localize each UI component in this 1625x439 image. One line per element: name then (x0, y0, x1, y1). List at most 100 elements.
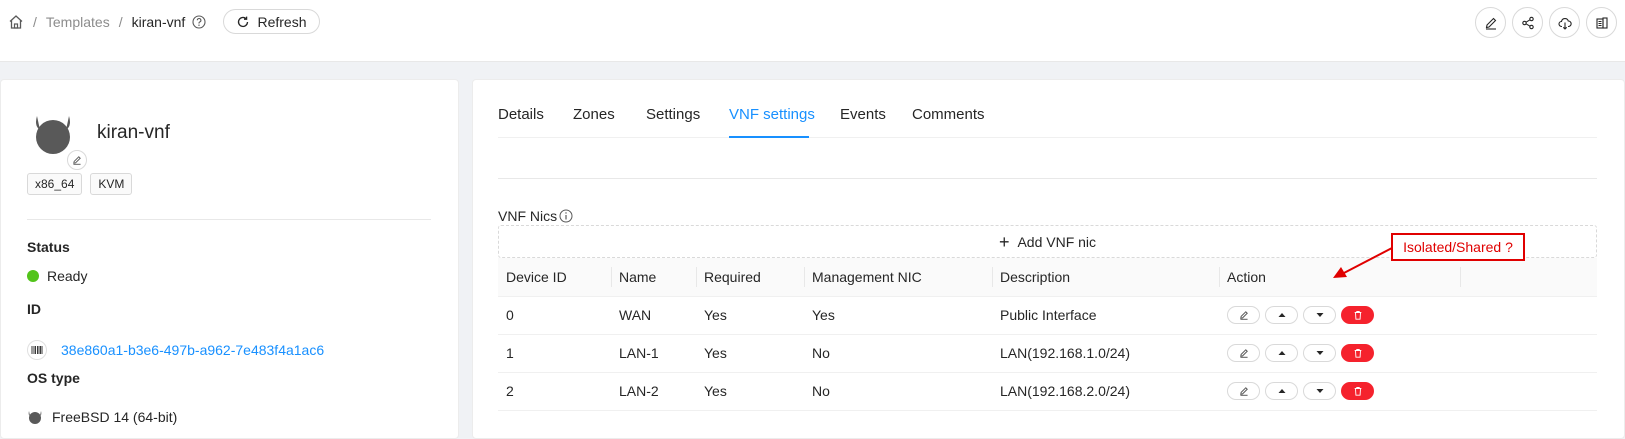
edit-icon (1239, 349, 1248, 358)
delete-nic-button[interactable] (1341, 382, 1374, 400)
delete-nic-button[interactable] (1341, 306, 1374, 324)
tag-hypervisor: KVM (90, 173, 133, 195)
breadcrumb: / Templates / kiran-vnf (8, 10, 206, 34)
share-button[interactable] (1512, 7, 1543, 38)
move-up-button[interactable] (1265, 344, 1298, 362)
refresh-label: Refresh (257, 13, 307, 30)
breadcrumb-separator: / (33, 14, 37, 30)
edit-icon (73, 156, 81, 165)
tag-arch: x86_64 (27, 173, 83, 195)
cloud-download-icon (1557, 17, 1572, 30)
move-up-button[interactable] (1265, 382, 1298, 400)
caret-down-icon (1316, 351, 1323, 355)
move-down-button[interactable] (1303, 382, 1336, 400)
cell-actions (1219, 334, 1460, 373)
info-icon[interactable] (559, 209, 573, 223)
id-label: ID (27, 301, 41, 317)
tab-settings[interactable]: Settings (646, 106, 700, 123)
vnf-nics-title: VNF Nics (498, 208, 573, 224)
column-header-spacer (1460, 258, 1597, 297)
breadcrumb-separator: / (118, 14, 123, 30)
cell-device-id: 0 (498, 296, 611, 335)
table-row: 1 LAN-1 Yes No LAN(192.168.1.0/24) (498, 334, 1597, 373)
tab-bar: Details Zones Settings VNF settings Even… (498, 80, 1597, 138)
column-header-device-id: Device ID (498, 258, 611, 297)
edit-nic-button[interactable] (1227, 382, 1260, 400)
barcode-icon[interactable] (27, 340, 47, 360)
tab-events[interactable]: Events (840, 106, 886, 123)
edit-nic-button[interactable] (1227, 306, 1260, 324)
tab-comments[interactable]: Comments (912, 106, 985, 123)
move-down-button[interactable] (1303, 344, 1336, 362)
cell-required: Yes (696, 334, 804, 373)
cell-name: LAN-2 (611, 372, 696, 411)
help-icon[interactable] (192, 15, 206, 29)
cell-name: LAN-1 (611, 334, 696, 373)
refresh-button[interactable]: Refresh (223, 9, 320, 34)
active-tab-indicator (729, 136, 809, 138)
delete-nic-button[interactable] (1341, 344, 1374, 362)
cell-description: LAN(192.168.1.0/24) (992, 334, 1219, 373)
cell-actions (1219, 372, 1460, 411)
table-row: 2 LAN-2 Yes No LAN(192.168.2.0/24) (498, 372, 1597, 411)
column-header-management-nic: Management NIC (804, 258, 992, 297)
vnf-nics-table: Device ID Name Required Management NIC D… (498, 258, 1597, 411)
tag-list: x86_64 KVM (27, 173, 133, 195)
status-value: Ready (27, 268, 87, 284)
caret-up-icon (1278, 389, 1285, 393)
caret-up-icon (1278, 313, 1285, 317)
id-value: 38e860a1-b3e6-497b-a962-7e483f4a1ac6 (27, 340, 324, 360)
cell-spacer (1460, 334, 1597, 373)
plus-icon: + (998, 231, 1010, 252)
delete-icon (1354, 311, 1361, 320)
cell-actions (1219, 296, 1460, 335)
cell-required: Yes (696, 296, 804, 335)
breadcrumb-current: kiran-vnf (131, 14, 186, 30)
annotation-callout: Isolated/Shared ? (1391, 233, 1525, 261)
vnf-nics-label: VNF Nics (498, 208, 558, 224)
tab-vnf-settings[interactable]: VNF settings (729, 106, 815, 123)
freebsd-icon (31, 112, 75, 156)
move-down-button[interactable] (1303, 306, 1336, 324)
tab-zones[interactable]: Zones (573, 106, 615, 123)
cell-device-id: 2 (498, 372, 611, 411)
freebsd-icon (27, 409, 43, 425)
edit-nic-button[interactable] (1227, 344, 1260, 362)
breadcrumb-templates[interactable]: Templates (46, 14, 110, 30)
resource-name: kiran-vnf (97, 122, 170, 143)
caret-down-icon (1316, 389, 1323, 393)
os-type-text: FreeBSD 14 (64-bit) (52, 409, 178, 425)
cloud-download-button[interactable] (1549, 7, 1580, 38)
move-up-button[interactable] (1265, 306, 1298, 324)
delete-icon (1354, 387, 1361, 396)
home-icon[interactable] (8, 14, 24, 30)
column-header-name: Name (611, 258, 696, 297)
header-actions (1475, 7, 1617, 38)
edit-button[interactable] (1475, 7, 1506, 38)
avatar-edit-button[interactable] (67, 150, 87, 170)
cell-device-id: 1 (498, 334, 611, 373)
cell-management-nic: Yes (804, 296, 992, 335)
cell-description: Public Interface (992, 296, 1219, 335)
os-type-label: OS type (27, 370, 80, 386)
edit-icon (1485, 17, 1496, 30)
copy-button[interactable] (1586, 7, 1617, 38)
divider (498, 178, 1597, 179)
copy-icon (1595, 16, 1608, 29)
edit-icon (1239, 387, 1248, 396)
table-header-row: Device ID Name Required Management NIC D… (498, 258, 1597, 297)
annotation-arrow (1333, 247, 1393, 278)
add-vnf-nic-label: Add VNF nic (1017, 233, 1097, 250)
cell-description: LAN(192.168.2.0/24) (992, 372, 1219, 411)
top-bar: / Templates / kiran-vnf Refresh (0, 0, 1625, 62)
delete-icon (1354, 349, 1361, 358)
caret-down-icon (1316, 313, 1323, 317)
id-text[interactable]: 38e860a1-b3e6-497b-a962-7e483f4a1ac6 (61, 342, 324, 358)
caret-up-icon (1278, 351, 1285, 355)
resource-summary-card: kiran-vnf x86_64 KVM Status Ready ID 38e… (0, 79, 459, 439)
status-label: Status (27, 239, 70, 255)
column-header-description: Description (992, 258, 1219, 297)
cell-required: Yes (696, 372, 804, 411)
os-type-value: FreeBSD 14 (64-bit) (27, 409, 177, 425)
tab-details[interactable]: Details (498, 106, 544, 123)
